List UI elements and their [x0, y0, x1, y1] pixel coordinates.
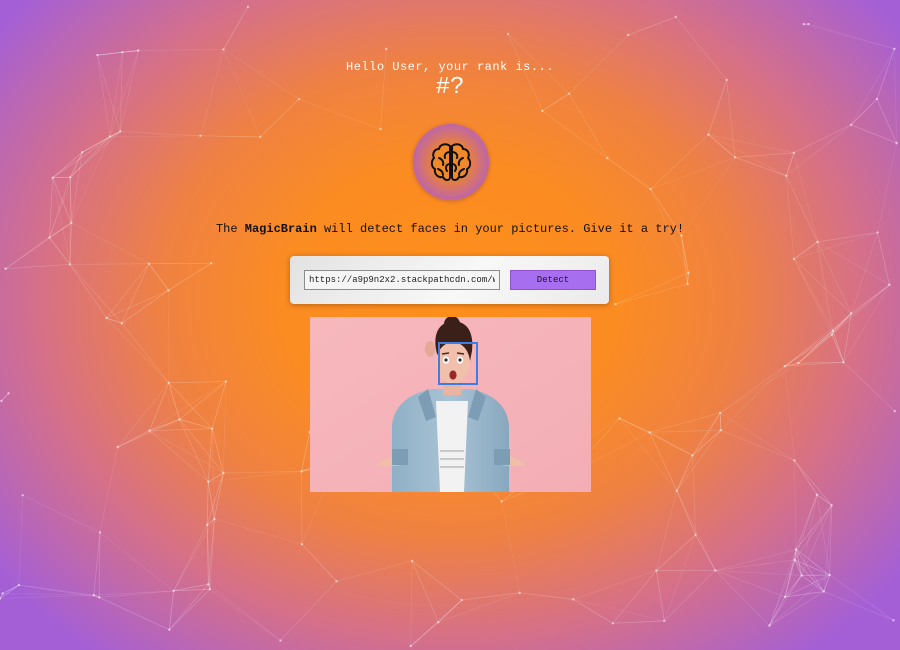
detect-button[interactable]: Detect: [510, 270, 596, 290]
face-bounding-box: [438, 342, 478, 385]
brand-name: MagicBrain: [244, 222, 317, 236]
tagline-prefix: The: [215, 222, 245, 236]
image-url-input[interactable]: [304, 270, 500, 290]
logo[interactable]: [413, 124, 489, 200]
tagline: The MagicBrain will detect faces in your…: [0, 222, 900, 236]
rank-value: #?: [435, 74, 465, 101]
rank-greeting: Hello User, your rank is...: [346, 60, 554, 74]
brain-icon: [430, 143, 472, 181]
tagline-suffix: will detect faces in your pictures. Give…: [316, 222, 685, 236]
uploaded-image: [310, 317, 591, 492]
url-form: Detect: [290, 256, 609, 304]
